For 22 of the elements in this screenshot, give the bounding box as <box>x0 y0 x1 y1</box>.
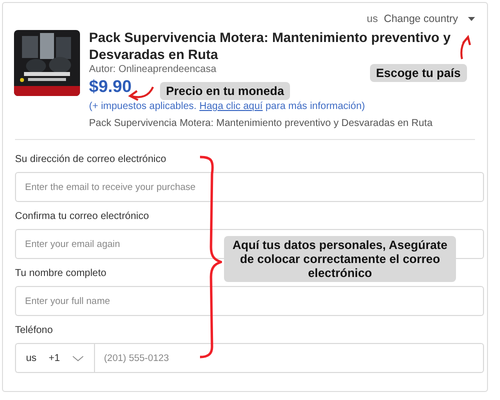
tax-note: (+ impuestos aplicables. Haga clic aquí para más información) <box>89 101 365 112</box>
product-title: Pack Supervivencia Motera: Mantenimiento preventivo y Desvaradas en Ruta <box>89 29 451 63</box>
field-label: Su dirección de correo electrónico <box>15 154 166 165</box>
text-input[interactable]: Enter your full name <box>15 286 484 316</box>
arrow-icon <box>458 35 472 61</box>
annotation-callout: Aquí tus datos personales, Asegúrate de colocar correctamente el correo electrónico <box>224 236 456 282</box>
field-label: Teléfono <box>15 325 53 336</box>
phone-input[interactable]: (201) 555-0123 <box>94 343 484 373</box>
text-input[interactable]: Enter the email to receive your purchase <box>15 172 484 202</box>
product-description: Pack Supervivencia Motera: Mantenimiento preventivo y Desvaradas en Ruta <box>89 118 433 129</box>
annotation-callout: Escoge tu país <box>370 64 467 82</box>
price-text: $9.90 <box>89 77 132 97</box>
field-label: Tu nombre completo <box>15 268 106 279</box>
country-code-select[interactable]: us +1 <box>15 343 94 373</box>
author-text: Autor: Onlineaprendeencasa <box>89 64 216 75</box>
caret-icon <box>468 17 475 21</box>
annotation-callout: Precio en tu moneda <box>160 82 290 100</box>
change-country-button[interactable]: us Change country <box>366 13 458 25</box>
field-label: Confirma tu correo electrónico <box>15 211 149 222</box>
brace-icon <box>199 155 222 359</box>
more-info-link[interactable]: Haga clic aquí <box>199 101 263 112</box>
chevron-icon <box>72 354 84 362</box>
